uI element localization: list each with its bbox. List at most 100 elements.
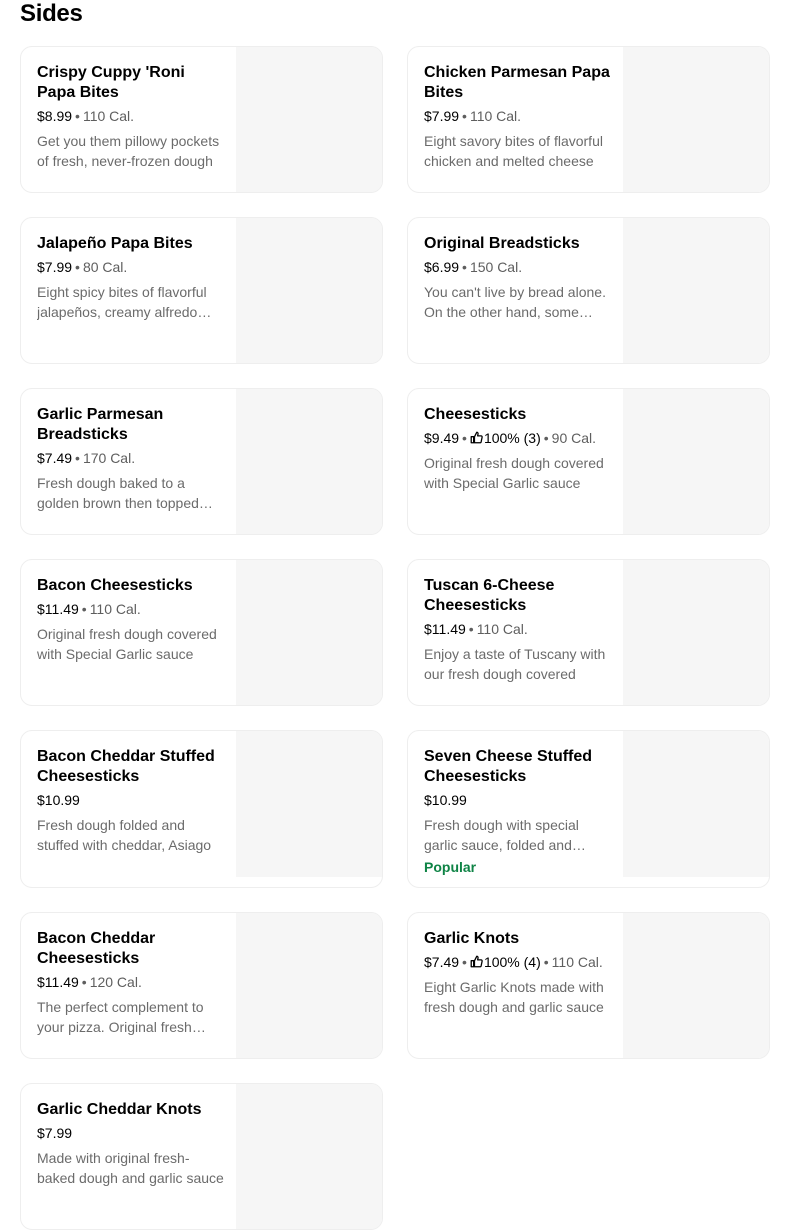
menu-item-calories: 110 Cal.: [82, 108, 135, 124]
menu-item-calories: 170 Cal.: [82, 450, 136, 466]
menu-item-name: Garlic Cheddar Knots: [37, 1101, 202, 1118]
menu-item-calories: 80 Cal.: [82, 259, 128, 275]
menu-item-price: $9.49: [424, 430, 460, 446]
menu-item-image: [623, 560, 769, 705]
menu-item-image: [236, 1084, 382, 1229]
menu-item-meta: $9.49 • 100% (3) • 90 Cal.: [424, 429, 612, 447]
menu-item-meta: $10.99: [424, 791, 612, 809]
menu-item-card[interactable]: Chicken Parmesan Papa Bites $7.99 • 110 Ca…: [407, 46, 770, 193]
menu-item-card[interactable]: Seven Cheese Stuffed Cheesesticks $10.99…: [407, 730, 770, 888]
menu-item-description: Fresh dough folded and stuffed with ched…: [37, 817, 212, 853]
menu-item-name: Tuscan 6-Cheese Cheesesticks: [424, 577, 555, 614]
meta-separator: •: [462, 954, 467, 970]
menu-item-description: Get you them pillowy pockets of fresh, n…: [37, 133, 220, 169]
menu-item-description: Eight spicy bites of flavorful jalapeños…: [37, 284, 207, 320]
menu-item-card[interactable]: Crispy Cuppy 'Roni Papa Bites $8.99 • 110 …: [20, 46, 383, 193]
menu-item-card[interactable]: Cheesesticks $9.49 • 100% (3) • 90 Cal. Orig…: [407, 388, 770, 535]
menu-item-calories: 150 Cal.: [469, 259, 523, 275]
menu-item-meta: $7.99 • 110 Cal.: [424, 107, 612, 125]
meta-separator: •: [468, 621, 474, 637]
menu-item-meta: $7.49 • 170 Cal.: [37, 449, 225, 467]
menu-item-text: Garlic Cheddar Knots $7.99 Made with ori…: [21, 1084, 237, 1229]
menu-item-text: Bacon Cheddar Stuffed Cheesesticks $10.9…: [21, 731, 237, 887]
menu-item-card[interactable]: Bacon Cheesesticks $11.49 • 110 Cal. Origi…: [20, 559, 383, 706]
menu-item-meta: $7.99: [37, 1124, 225, 1142]
menu-item-rating: 100% (4): [483, 954, 541, 970]
menu-item-card[interactable]: Bacon Cheddar Stuffed Cheesesticks $10.9…: [20, 730, 383, 888]
menu-item-card[interactable]: Original Breadsticks $6.99 • 150 Cal. You …: [407, 217, 770, 364]
menu-item-description: Eight savory bites of flavorful chicken …: [424, 133, 603, 169]
menu-item-image: [623, 731, 769, 877]
menu-item-meta: $7.49 • 100% (4) • 110 Cal.: [424, 953, 612, 971]
menu-item-calories: 110 Cal.: [469, 108, 522, 124]
menu-item-description: Made with original fresh-baked dough and…: [37, 1150, 224, 1186]
menu-item-name: Jalapeño Papa Bites: [37, 235, 193, 252]
menu-item-price: $6.99: [424, 259, 460, 275]
menu-item-image: [623, 913, 769, 1058]
menu-item-rating: 100% (3): [483, 430, 541, 446]
menu-item-description: Eight Garlic Knots made with fresh dough…: [424, 979, 604, 1015]
meta-separator: •: [81, 601, 87, 617]
popular-badge: Popular: [424, 859, 477, 875]
menu-item-image: [236, 218, 382, 363]
menu-item-name: Garlic Parmesan Breadsticks: [37, 406, 164, 443]
menu-item-description: Original fresh dough covered with Specia…: [424, 455, 604, 491]
menu-item-name: Bacon Cheddar Stuffed Cheesesticks: [37, 748, 215, 785]
menu-item-image: [236, 389, 382, 534]
meta-separator: •: [543, 430, 549, 446]
menu-item-description: Enjoy a taste of Tuscany with our fresh …: [424, 646, 606, 682]
menu-item-price: $7.99: [37, 1125, 73, 1141]
menu-item-image: [236, 47, 382, 192]
section-title: Sides: [20, 0, 83, 27]
menu-item-description: The perfect complement to your pizza. Or…: [37, 999, 204, 1035]
menu-item-card[interactable]: Tuscan 6-Cheese Cheesesticks $11.49 • 110 …: [407, 559, 770, 706]
meta-separator: •: [462, 259, 467, 275]
menu-item-price: $7.49: [37, 450, 73, 466]
menu-item-name: Bacon Cheddar Cheesesticks: [37, 930, 156, 967]
menu-item-text: Chicken Parmesan Papa Bites $7.99 • 110 Ca…: [408, 47, 624, 192]
menu-item-name: Bacon Cheesesticks: [37, 577, 193, 594]
menu-item-price: $7.99: [37, 259, 73, 275]
menu-item-image: [236, 913, 382, 1058]
menu-item-text: Crispy Cuppy 'Roni Papa Bites $8.99 • 110 …: [21, 47, 237, 192]
menu-item-text: Seven Cheese Stuffed Cheesesticks $10.99…: [408, 731, 624, 887]
menu-item-calories: 110 Cal.: [89, 601, 141, 617]
menu-item-card[interactable]: Jalapeño Papa Bites $7.99 • 80 Cal. Eight …: [20, 217, 383, 364]
menu-item-meta: $7.99 • 80 Cal.: [37, 258, 225, 276]
menu-item-name: Chicken Parmesan Papa Bites: [424, 64, 610, 101]
menu-item-card[interactable]: Bacon Cheddar Cheesesticks $11.49 • 120 Ca…: [20, 912, 383, 1059]
menu-item-description: Fresh dough with special garlic sauce, f…: [424, 817, 579, 853]
menu-item-meta: $6.99 • 150 Cal.: [424, 258, 612, 276]
meta-separator: •: [462, 430, 467, 446]
menu-item-text: Cheesesticks $9.49 • 100% (3) • 90 Cal. Orig…: [408, 389, 624, 534]
meta-separator: •: [462, 108, 467, 124]
menu-item-description: Fresh dough baked to a golden brown then…: [37, 475, 199, 511]
menu-item-text: Tuscan 6-Cheese Cheesesticks $11.49 • 110 …: [408, 560, 624, 705]
menu-item-calories: 110 Cal.: [476, 621, 528, 637]
menu-item-card[interactable]: Garlic Parmesan Breadsticks $7.49 • 170 Ca…: [20, 388, 383, 535]
menu-item-text: Garlic Knots $7.49 • 100% (4) • 110 Cal. Eig…: [408, 913, 624, 1058]
meta-separator: •: [75, 259, 80, 275]
menu-item-meta: $10.99: [37, 791, 225, 809]
menu-item-text: Bacon Cheddar Cheesesticks $11.49 • 120 Ca…: [21, 913, 237, 1058]
menu-item-price: $11.49: [37, 974, 79, 990]
menu-item-image: [236, 560, 382, 705]
meta-separator: •: [81, 974, 87, 990]
menu-item-description: You can't live by bread alone. On the ot…: [424, 284, 606, 320]
menu-item-meta: $8.99 • 110 Cal.: [37, 107, 225, 125]
menu-item-card[interactable]: Garlic Cheddar Knots $7.99 Made with ori…: [20, 1083, 383, 1230]
thumbs-up-icon: [470, 431, 483, 444]
menu-item-meta: $11.49 • 110 Cal.: [424, 620, 612, 638]
menu-item-image: [623, 47, 769, 192]
menu-item-text: Bacon Cheesesticks $11.49 • 110 Cal. Origi…: [21, 560, 237, 705]
menu-items-grid: Crispy Cuppy 'Roni Papa Bites $8.99 • 110 …: [20, 46, 770, 1230]
menu-item-calories: 110 Cal.: [551, 954, 603, 970]
menu-item-card[interactable]: Garlic Knots $7.49 • 100% (4) • 110 Cal. Eig…: [407, 912, 770, 1059]
menu-item-price: $7.49: [424, 954, 460, 970]
menu-item-name: Original Breadsticks: [424, 235, 580, 252]
menu-item-price: $10.99: [37, 792, 80, 808]
menu-item-text: Garlic Parmesan Breadsticks $7.49 • 170 Ca…: [21, 389, 237, 534]
meta-separator: •: [75, 108, 80, 124]
menu-item-calories: 90 Cal.: [551, 430, 597, 446]
thumbs-up-icon: [470, 955, 483, 968]
